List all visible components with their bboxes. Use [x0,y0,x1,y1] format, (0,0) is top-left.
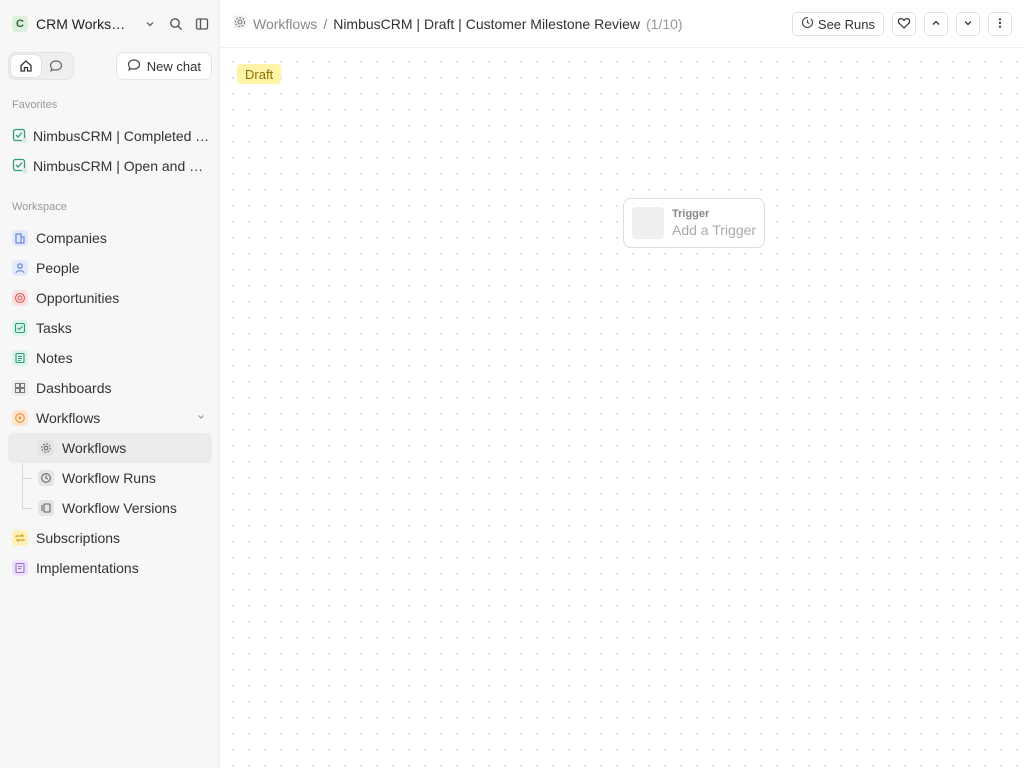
workspace-switcher[interactable]: C CRM Workspace [8,12,212,36]
sidebar-item-label: Subscriptions [36,530,121,546]
chevron-down-icon[interactable] [196,412,206,425]
sidebar-item-notes[interactable]: Notes [8,343,212,373]
versions-icon [38,500,54,516]
grid-icon [12,380,28,396]
favorite-item-completed-tasks[interactable]: NimbusCRM | Completed Tasks [8,121,212,151]
breadcrumb-separator: / [323,15,328,32]
trigger-node-title: Trigger [672,208,710,220]
workflow-canvas[interactable]: Workflows / NimbusCRM | Draft | Customer… [221,0,1024,768]
record-header: Workflows / NimbusCRM | Draft | Customer… [221,0,1024,48]
sidebar-subitem-workflow-versions[interactable]: Workflow Versions [8,493,212,523]
sidebar-item-label: Opportunities [36,290,120,306]
target-icon [12,290,28,306]
sidebar-item-workflows[interactable]: Workflows [8,403,212,433]
favorite-label: NimbusCRM | Open and Overdue Tasks [33,158,212,174]
more-options-button[interactable] [988,12,1012,36]
sidebar-item-label: Companies [36,230,107,246]
repeat-icon [12,530,28,546]
previous-record-button[interactable] [924,12,948,36]
gear-icon [38,440,54,456]
home-icon[interactable] [11,55,41,77]
workspace-nav: Companies People Opportunities Tasks Not… [8,223,212,583]
sidebar: C CRM Workspace New chat Favorites Nimbu… [0,0,220,768]
next-record-button[interactable] [956,12,980,36]
sidebar-item-opportunities[interactable]: Opportunities [8,283,212,313]
checkbox-icon [12,320,28,336]
trigger-icon-placeholder [632,207,664,239]
trigger-node-placeholder: Add a Trigger [672,222,757,238]
history-icon [801,16,814,32]
chevron-down-icon [962,17,974,32]
sidebar-item-label: Tasks [36,320,72,336]
see-runs-button[interactable]: See Runs [791,12,884,36]
search-icon[interactable] [166,14,186,34]
favorites-heading: Favorites [12,99,58,111]
task-list-icon [12,128,28,144]
favorite-item-open-overdue-tasks[interactable]: NimbusCRM | Open and Overdue Tasks [8,151,212,181]
view-toggle [8,52,74,80]
new-chat-label: New chat [146,58,201,74]
sidebar-item-label: Workflows [36,410,101,426]
chat-bubble-icon[interactable] [41,55,71,77]
record-title: NimbusCRM | Draft | Customer Milestone R… [333,15,640,32]
sidebar-item-label: People [36,260,80,276]
sidebar-subitem-label: Workflows [62,440,127,456]
sidebar-item-label: Dashboards [36,380,112,396]
see-runs-label: See Runs [817,16,875,32]
new-chat-button[interactable]: New chat [115,52,212,80]
chevron-up-icon [930,17,942,32]
chat-plus-icon [127,58,141,75]
kebab-menu-icon [994,17,1006,32]
sidebar-subitem-workflow-runs[interactable]: Workflow Runs [8,463,212,493]
sidebar-item-people[interactable]: People [8,253,212,283]
workspace-logo: C [12,16,28,32]
sidebar-item-label: Notes [36,350,73,366]
workspace-heading: Workspace [12,201,67,213]
chevron-down-icon[interactable] [140,14,160,34]
sidebar-subitem-label: Workflow Runs [62,470,156,486]
person-icon [12,260,28,276]
collapse-sidebar-icon[interactable] [192,14,212,34]
task-list-icon [12,158,28,174]
sidebar-item-companies[interactable]: Companies [8,223,212,253]
sidebar-item-implementations[interactable]: Implementations [8,553,212,583]
favorite-label: NimbusCRM | Completed Tasks [33,128,212,144]
workspace-name[interactable]: CRM Workspace [36,16,132,32]
workflow-icon [12,410,28,426]
sidebar-subitem-workflows[interactable]: Workflows [8,433,212,463]
sidebar-item-subscriptions[interactable]: Subscriptions [8,523,212,553]
history-icon [38,470,54,486]
record-position: (1/10) [646,15,683,32]
sidebar-item-dashboards[interactable]: Dashboards [8,373,212,403]
sidebar-item-label: Implementations [36,560,139,576]
breadcrumb-workflows-link[interactable]: Workflows [253,16,317,32]
trigger-node[interactable]: Trigger Add a Trigger [623,198,765,248]
heart-icon [897,16,911,33]
sidebar-item-tasks[interactable]: Tasks [8,313,212,343]
favorite-button[interactable] [892,12,916,36]
workflow-gear-icon [233,15,247,32]
breadcrumb: Workflows / NimbusCRM | Draft | Customer… [233,15,683,32]
building-icon [12,230,28,246]
document-icon [12,560,28,576]
favorites-list: NimbusCRM | Completed Tasks NimbusCRM | … [8,121,212,181]
note-icon [12,350,28,366]
status-badge: Draft [237,64,282,84]
workflows-submenu: Workflows Workflow Runs Workflow Version… [8,433,212,523]
sidebar-subitem-label: Workflow Versions [62,500,177,516]
